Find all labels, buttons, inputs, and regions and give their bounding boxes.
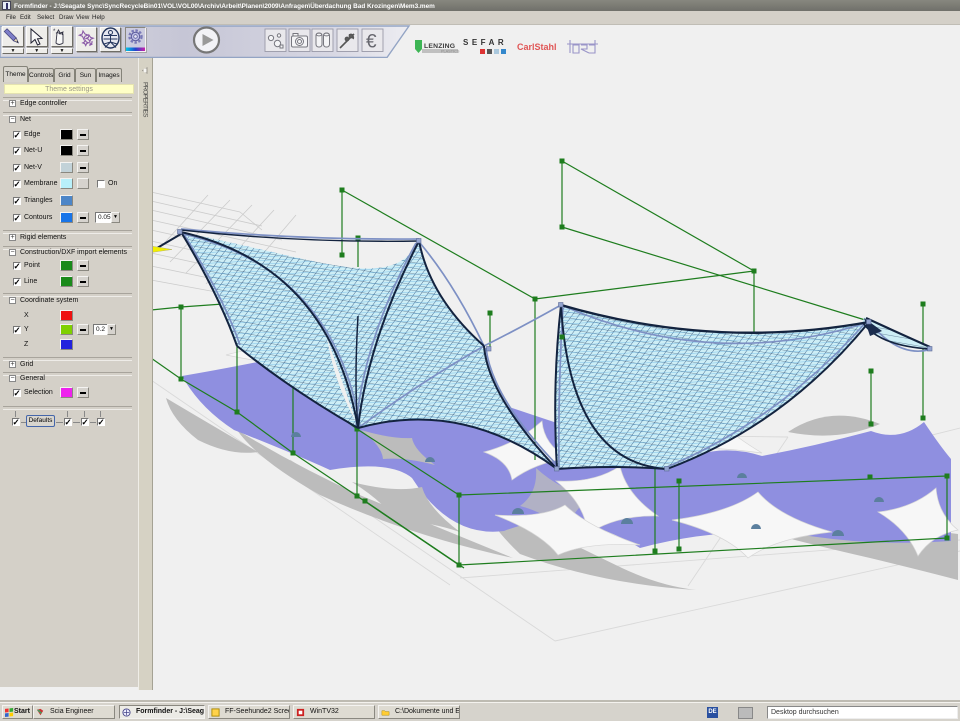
svg-text:€: €	[366, 32, 377, 53]
svg-text:CarlStahl: CarlStahl	[517, 42, 557, 52]
svg-text:PLASTICS: PLASTICS	[441, 50, 460, 54]
svg-text:*: *	[53, 29, 56, 35]
svg-text:SEFAR: SEFAR	[463, 38, 507, 47]
